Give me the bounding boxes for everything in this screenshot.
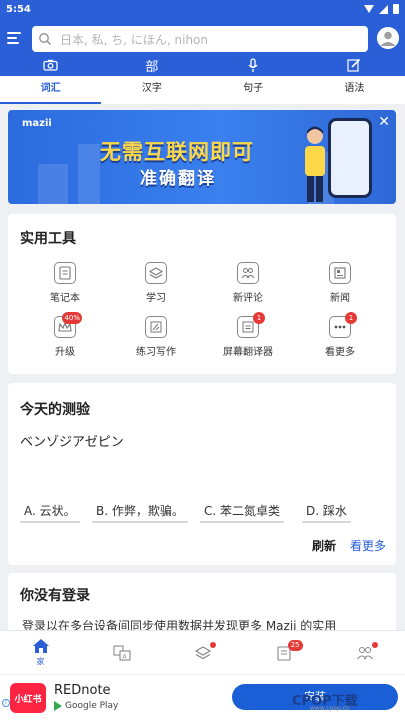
banner-building [78,144,100,204]
banner-logo: mazii [22,118,52,129]
radical-search-button[interactable]: 部 [142,56,162,75]
notebook-icon [54,262,76,284]
quiz-option-d[interactable]: D. 踩水 [302,501,351,523]
tools-card: 实用工具 笔记本 学习 新评论 新闻 40% 升级 练习写作 1 屏幕翻译器 1… [8,214,396,374]
tab-kanji[interactable]: 汉字 [101,76,202,104]
screen-translate-icon: 1 [237,312,265,338]
crown-icon: 40% [54,312,82,338]
tab-sentences[interactable]: 句子 [203,76,304,104]
signal-icon [379,4,388,14]
layers-icon [194,645,211,659]
banner-subheadline: 准确翻译 [140,169,216,189]
tool-upgrade[interactable]: 40% 升级 [25,312,105,358]
battery-icon [393,4,399,14]
tool-new-reviews[interactable]: 新评论 [208,262,288,304]
quiz-card: 今天的测验 ベンゾジアゼピン A. 云状。 B. 作弊，欺骗。 C. 苯二氮卓类… [8,383,396,565]
quiz-option-b[interactable]: B. 作弊，欺骗。 [92,501,188,523]
menu-icon[interactable] [7,32,21,44]
screen-translator-badge: 1 [253,312,265,324]
banner-headline: 无需互联网即可 [100,140,254,164]
tools-title: 实用工具 [20,231,76,247]
wifi-icon [364,5,374,13]
tool-writing-practice[interactable]: 练习写作 [116,316,196,358]
tool-label: 笔记本 [50,293,80,304]
site-watermark: CPOP下载 www.cpop.cn [292,690,358,712]
news-icon [329,262,351,284]
search-placeholder: 日本, 私, ち, にほん, nihon [60,32,209,47]
ad-info-icon[interactable]: i [2,699,10,707]
study-dot [209,641,216,648]
quiz-word: ベンゾジアゼピン [20,435,124,450]
community-icon [356,646,373,659]
notes-badge: 25 [287,639,303,651]
tool-screen-translator[interactable]: 1 屏幕翻译器 [208,312,288,358]
ad-store: Google Play [54,701,118,711]
login-title: 你没有登录 [20,588,90,604]
google-play-icon [54,701,62,711]
nav-home[interactable]: 家 [0,631,81,674]
watermark-url: www.cpop.cn [310,705,350,712]
ad-store-label: Google Play [65,701,119,711]
banner-close-icon[interactable]: ✕ [378,114,390,130]
app-bar: 日本, 私, ち, にほん, nihon 部 [0,18,405,76]
nav-notes-icon-wrap: 25 [275,639,303,661]
nav-translate[interactable]: A [81,631,162,674]
quiz-title: 今天的测验 [20,402,90,418]
status-time: 5:54 [6,3,31,15]
nav-community-icon-wrap [356,641,378,661]
status-icons [364,4,399,14]
tool-notebook[interactable]: 笔记本 [25,262,105,304]
tool-label: 新闻 [330,293,350,304]
tool-label: 新评论 [233,293,263,304]
community-icon [237,262,259,284]
status-bar: 5:54 [0,0,405,18]
quiz-see-more-link[interactable]: 看更多 [350,537,386,554]
search-tabs: 词汇 汉字 句子 语法 [0,76,405,104]
nav-study[interactable] [162,631,243,674]
avatar[interactable] [377,27,399,49]
nav-study-icon-wrap [194,641,216,661]
home-icon [32,639,49,653]
ad-app-logo: 小红书 [10,683,46,713]
nav-home-label: 家 [36,657,45,666]
phone-illustration [328,118,372,198]
quiz-option-a[interactable]: A. 云状。 [20,501,80,523]
nav-notes[interactable]: 25 [243,631,324,674]
tab-vocabulary[interactable]: 词汇 [0,76,102,104]
tool-label: 看更多 [325,347,355,358]
handwriting-icon[interactable] [344,56,364,74]
tool-label: 升级 [55,347,75,358]
tab-grammar[interactable]: 语法 [304,76,405,104]
tool-label: 练习写作 [136,347,176,358]
ad-title: REDnote [54,683,111,698]
promo-banner[interactable]: mazii 无需互联网即可 准确翻译 ✕ [8,110,396,204]
quiz-refresh-button[interactable]: 刷新 [312,537,336,554]
camera-icon[interactable] [41,56,61,74]
writing-icon [145,316,167,338]
translate-icon: A [112,644,131,661]
tool-label: 屏幕翻译器 [223,347,273,358]
tool-label: 学习 [146,293,166,304]
tool-study[interactable]: 学习 [116,262,196,304]
see-more-badge: 1 [345,312,357,324]
upgrade-badge: 40% [62,312,82,324]
microphone-icon[interactable] [243,56,263,74]
community-dot [371,641,378,648]
more-icon: 1 [329,312,357,338]
quiz-option-c[interactable]: C. 苯二氮卓类 [200,501,285,523]
search-input[interactable]: 日本, 私, ち, にほん, nihon [32,26,368,52]
tool-see-more[interactable]: 1 看更多 [300,312,380,358]
search-icon [39,33,52,46]
tool-news[interactable]: 新闻 [300,262,380,304]
person-illustration [305,126,325,202]
layers-icon [145,262,167,284]
search-tools: 部 [0,54,405,76]
bottom-nav: 家 A 25 [0,630,405,674]
banner-building [38,164,68,204]
nav-community[interactable] [324,631,405,674]
